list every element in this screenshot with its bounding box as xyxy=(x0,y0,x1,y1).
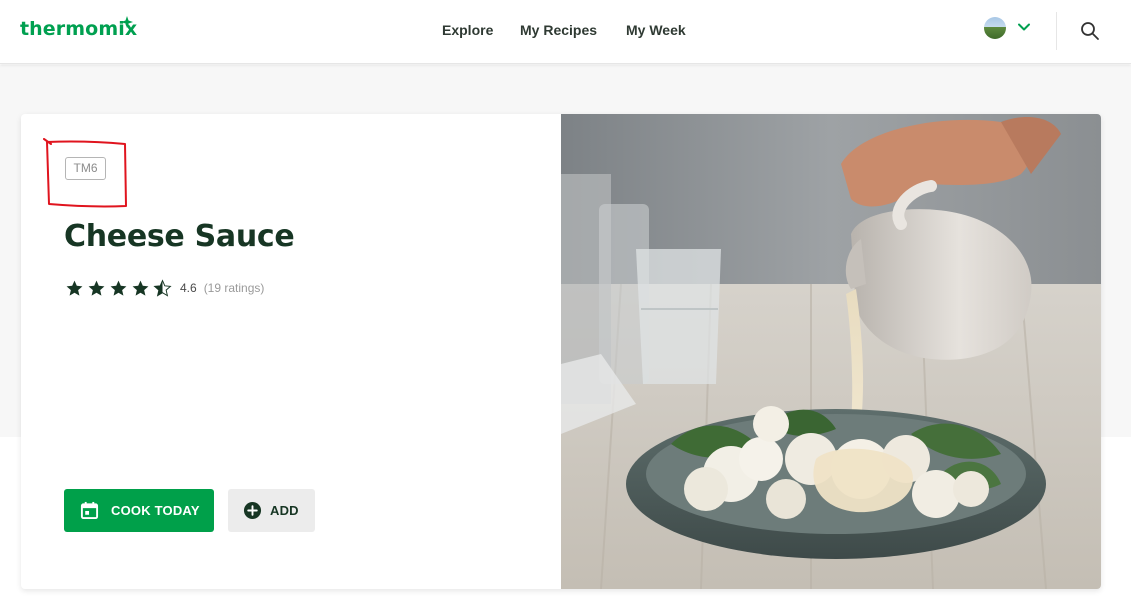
search-icon[interactable] xyxy=(1079,20,1101,42)
rating-row: 4.6 (19 ratings) xyxy=(65,277,264,299)
cook-today-label: COOK TODAY xyxy=(111,503,200,518)
add-circle-icon xyxy=(243,501,262,520)
nav-my-recipes[interactable]: My Recipes xyxy=(520,22,597,38)
star-rating xyxy=(65,278,172,298)
device-badge: TM6 xyxy=(65,157,106,180)
chevron-down-icon[interactable] xyxy=(1016,19,1032,35)
nav-my-week[interactable]: My Week xyxy=(626,22,686,38)
recipe-photo xyxy=(561,114,1101,589)
add-button[interactable]: ADD xyxy=(228,489,315,532)
calendar-icon xyxy=(80,501,99,520)
star-half-icon xyxy=(153,278,172,297)
cheese-sauce-photo xyxy=(561,114,1101,589)
logo-text: thermomix xyxy=(20,18,138,40)
recipe-hero-card: TM6 Cheese Sauce 4.6 (19 ratings) COOK T… xyxy=(21,114,1101,589)
cook-today-button[interactable]: COOK TODAY xyxy=(64,489,214,532)
rating-value: 4.6 xyxy=(180,281,197,295)
star-full-icon xyxy=(132,280,149,296)
header-divider xyxy=(1056,12,1057,50)
star-full-icon xyxy=(66,280,83,296)
user-avatar[interactable] xyxy=(984,17,1006,39)
rating-count[interactable]: (19 ratings) xyxy=(204,281,265,295)
top-header: thermomix Explore My Recipes My Week xyxy=(0,0,1131,64)
recipe-title: Cheese Sauce xyxy=(64,219,295,254)
nav-explore[interactable]: Explore xyxy=(442,22,493,38)
add-label: ADD xyxy=(270,503,299,518)
thermomix-logo[interactable]: thermomix xyxy=(20,16,138,40)
star-full-icon xyxy=(88,280,105,296)
leaf-icon xyxy=(121,16,133,28)
star-full-icon xyxy=(110,280,127,296)
